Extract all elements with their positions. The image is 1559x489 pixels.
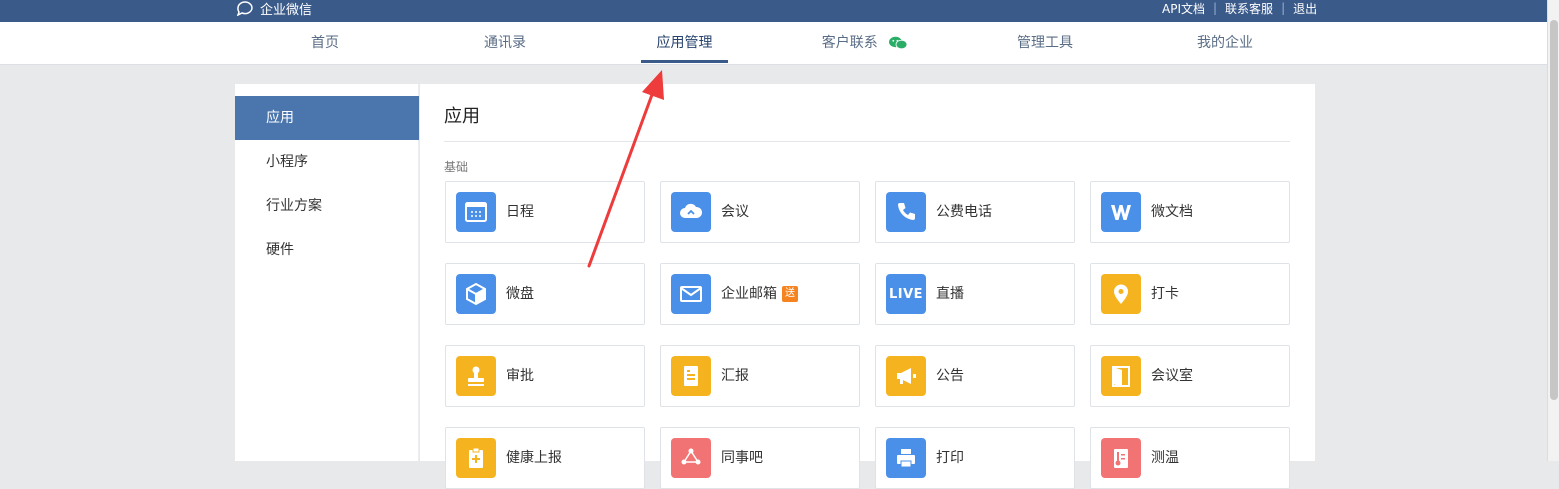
logout-link[interactable]: 退出 xyxy=(1293,0,1317,17)
sidebar-item-hardware[interactable]: 硬件 xyxy=(235,228,419,272)
app-card-print[interactable]: 打印 xyxy=(875,427,1075,489)
app-card-colleagues[interactable]: 同事吧 xyxy=(660,427,860,489)
app-label: 企业邮箱 xyxy=(721,286,777,302)
app-card-announcement[interactable]: 公告 xyxy=(875,345,1075,407)
nav-home[interactable]: 首页 xyxy=(300,22,350,65)
app-label: 公费电话 xyxy=(936,204,992,220)
page-title: 应用 xyxy=(444,106,480,127)
sidebar-item-industry-solutions[interactable]: 行业方案 xyxy=(235,184,419,228)
app-card-schedule[interactable]: 日程 xyxy=(445,181,645,243)
megaphone-icon xyxy=(886,356,926,396)
cube-icon xyxy=(456,274,496,314)
scrollbar-thumb[interactable] xyxy=(1550,20,1558,400)
app-label: 会议 xyxy=(721,204,749,220)
app-label: 日程 xyxy=(506,204,534,220)
app-card-meeting[interactable]: 会议 xyxy=(660,181,860,243)
app-card-phone[interactable]: 公费电话 xyxy=(875,181,1075,243)
logo-text: 企业微信 xyxy=(260,2,313,18)
live-icon: LIVE xyxy=(886,274,926,314)
app-label: 同事吧 xyxy=(721,450,763,466)
page-scrollbar[interactable] xyxy=(1547,0,1559,461)
top-bar: 企业微信 API文档 | 联系客服 | 退出 xyxy=(0,0,1547,22)
door-icon xyxy=(1101,356,1141,396)
app-label: 汇报 xyxy=(721,368,749,384)
app-card-drive[interactable]: 微盘 xyxy=(445,263,645,325)
cloud-icon xyxy=(671,192,711,232)
app-label-with-tag: 企业邮箱送 xyxy=(721,264,798,324)
app-label: 微文档 xyxy=(1151,204,1193,220)
doc-w-icon xyxy=(1101,192,1141,232)
logo[interactable]: 企业微信 xyxy=(235,0,313,18)
app-label: 会议室 xyxy=(1151,368,1193,384)
nav-app-management[interactable]: 应用管理 xyxy=(641,22,728,65)
location-icon xyxy=(1101,274,1141,314)
app-card-doc[interactable]: 微文档 xyxy=(1090,181,1290,243)
sidebar-item-mini-programs[interactable]: 小程序 xyxy=(235,140,419,184)
app-label: 直播 xyxy=(936,286,964,302)
app-label: 健康上报 xyxy=(506,450,562,466)
app-label: 审批 xyxy=(506,368,534,384)
sidebar: 应用 小程序 行业方案 硬件 xyxy=(235,84,419,461)
main-panel: 应用 基础 日程 会议 公费电话 微文档 微盘 企业邮箱 送 LIVE 直播 打… xyxy=(420,84,1315,489)
logo-icon xyxy=(236,1,253,16)
link-separator: | xyxy=(1281,1,1286,15)
app-card-temperature[interactable]: 测温 xyxy=(1090,427,1290,489)
app-card-meeting-room[interactable]: 会议室 xyxy=(1090,345,1290,407)
nav-customer-contact[interactable]: 客户联系 xyxy=(815,22,915,65)
sidebar-item-apps[interactable]: 应用 xyxy=(235,96,419,140)
calendar-icon xyxy=(456,192,496,232)
section-label: 基础 xyxy=(444,160,469,174)
mail-icon xyxy=(671,274,711,314)
thermometer-icon xyxy=(1101,438,1141,478)
app-card-live[interactable]: LIVE 直播 xyxy=(875,263,1075,325)
top-links: API文档 | 联系客服 | 退出 xyxy=(1162,0,1317,16)
app-label: 打卡 xyxy=(1151,286,1179,302)
nav-my-company[interactable]: 我的企业 xyxy=(1190,22,1260,65)
link-separator: | xyxy=(1213,1,1218,15)
app-label: 微盘 xyxy=(506,286,534,302)
phone-icon xyxy=(886,192,926,232)
app-label: 打印 xyxy=(936,450,964,466)
main-nav: 首页 通讯录 应用管理 客户联系 管理工具 我的企业 xyxy=(0,22,1547,65)
app-card-mail[interactable]: 企业邮箱送 xyxy=(660,263,860,325)
nav-customer-contact-label: 客户联系 xyxy=(821,35,878,51)
app-card-health[interactable]: 健康上报 xyxy=(445,427,645,489)
app-card-approval[interactable]: 审批 xyxy=(445,345,645,407)
nav-management-tools[interactable]: 管理工具 xyxy=(1010,22,1080,65)
app-label: 测温 xyxy=(1151,450,1179,466)
app-card-checkin[interactable]: 打卡 xyxy=(1090,263,1290,325)
title-divider xyxy=(444,141,1290,142)
app-card-report[interactable]: 汇报 xyxy=(660,345,860,407)
report-icon xyxy=(671,356,711,396)
api-doc-link[interactable]: API文档 xyxy=(1162,0,1205,17)
gift-badge: 送 xyxy=(782,286,798,302)
health-icon xyxy=(456,438,496,478)
stamp-icon xyxy=(456,356,496,396)
share-icon xyxy=(671,438,711,478)
contact-support-link[interactable]: 联系客服 xyxy=(1225,0,1273,17)
wechat-icon xyxy=(889,36,908,50)
app-label: 公告 xyxy=(936,368,964,384)
nav-contacts[interactable]: 通讯录 xyxy=(475,22,535,65)
printer-icon xyxy=(886,438,926,478)
